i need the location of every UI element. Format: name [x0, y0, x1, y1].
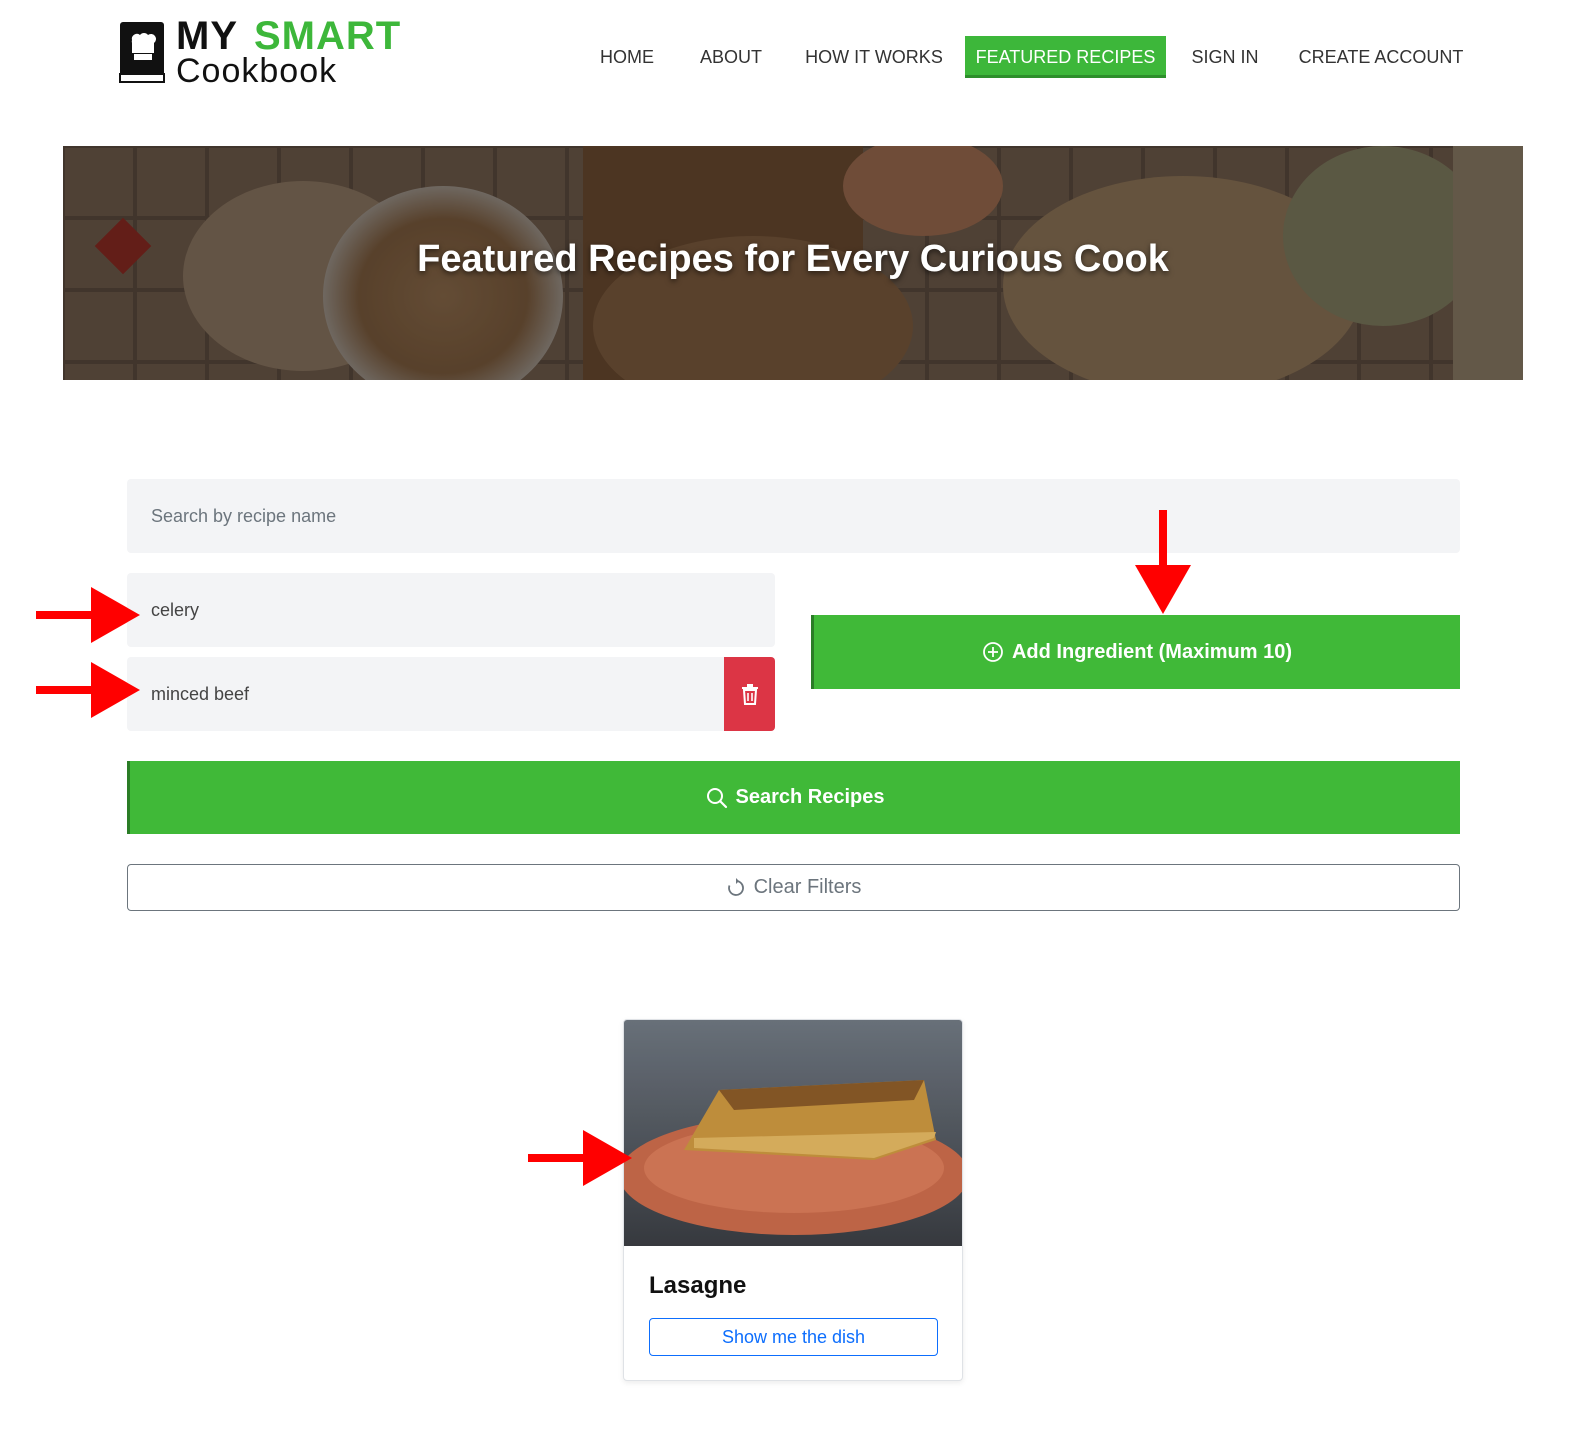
site-logo[interactable]: MY SMART Cookbook: [118, 14, 408, 90]
clear-filters-button[interactable]: Clear Filters: [127, 864, 1460, 911]
search-recipes-button[interactable]: Search Recipes: [127, 761, 1460, 834]
nav-create-account[interactable]: CREATE ACCOUNT: [1296, 36, 1466, 78]
ingredient-input-1[interactable]: [127, 573, 775, 647]
nav-featured-recipes[interactable]: FEATURED RECIPES: [965, 36, 1166, 78]
search-icon: [706, 787, 727, 808]
annotation-arrow: [36, 662, 140, 718]
trash-icon: [741, 684, 758, 705]
nav-how-it-works[interactable]: HOW IT WORKS: [800, 36, 948, 78]
annotation-arrow: [1135, 510, 1191, 614]
annotation-arrow: [528, 1130, 632, 1186]
add-ingredient-label: Add Ingredient (Maximum 10): [1011, 640, 1293, 663]
show-dish-button[interactable]: Show me the dish: [649, 1318, 938, 1356]
refresh-icon: [727, 877, 744, 896]
delete-ingredient-button[interactable]: [724, 657, 775, 731]
search-recipes-label: Search Recipes: [735, 786, 885, 808]
recipe-search-input[interactable]: [127, 479, 1460, 553]
add-ingredient-button[interactable]: Add Ingredient (Maximum 10): [811, 615, 1460, 689]
brand-word-cookbook: Cookbook: [176, 52, 338, 90]
recipe-image[interactable]: [624, 1020, 963, 1246]
nav-sign-in[interactable]: SIGN IN: [1182, 36, 1268, 78]
book-chef-icon: [119, 22, 165, 83]
recipe-card-title: Lasagne: [649, 1272, 747, 1299]
clear-filters-label: Clear Filters: [753, 876, 862, 898]
plus-circle-icon: [983, 642, 1003, 662]
nav-home[interactable]: HOME: [589, 36, 665, 78]
nav-about[interactable]: ABOUT: [690, 36, 772, 78]
recipe-card: Lasagne Show me the dish: [623, 1019, 963, 1381]
ingredient-input-2[interactable]: [127, 657, 724, 731]
annotation-arrow: [36, 587, 140, 643]
hero-banner: Featured Recipes for Every Curious Cook: [63, 146, 1523, 380]
hero-title: Featured Recipes for Every Curious Cook: [417, 238, 1169, 280]
